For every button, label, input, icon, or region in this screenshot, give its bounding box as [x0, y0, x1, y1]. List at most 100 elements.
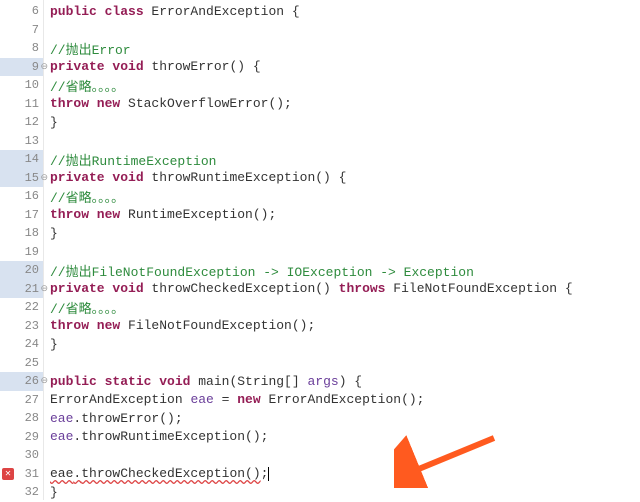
comment: //省略。。。。 [50, 76, 124, 95]
code-line[interactable]: //抛出FileNotFoundException -> IOException… [50, 261, 640, 280]
code-text: throwError() { [144, 59, 261, 74]
line-number: 9⊖ [0, 58, 43, 77]
line-number: 15⊖ [0, 169, 43, 188]
line-number: 20 [0, 261, 43, 280]
keyword: public static void [50, 374, 190, 389]
line-number: 7 [0, 21, 43, 40]
line-number: 27 [0, 391, 43, 410]
line-number: 30 [0, 446, 43, 465]
line-number: 21⊖ [0, 280, 43, 299]
keyword: private void [50, 281, 144, 296]
code-text: ) { [339, 374, 362, 389]
keyword: new [237, 392, 260, 407]
code-line[interactable]: throw new RuntimeException(); [50, 206, 640, 225]
line-number: 11 [0, 95, 43, 114]
keyword: private void [50, 59, 144, 74]
line-number: 24 [0, 335, 43, 354]
error-marker-icon[interactable]: ✕ [2, 468, 14, 480]
keyword: throw new [50, 207, 120, 222]
code-text: .throwError(); [73, 411, 182, 426]
line-number: 16 [0, 187, 43, 206]
comment: //省略。。。。 [50, 187, 124, 206]
code-line[interactable]: eae.throwCheckedException(); [50, 465, 640, 484]
line-number: 17 [0, 206, 43, 225]
comment: //抛出Error [50, 39, 131, 58]
code-text: } [50, 226, 58, 241]
line-number: 10 [0, 76, 43, 95]
code-error: throwCheckedException() [81, 466, 260, 481]
line-number: 6 [0, 2, 43, 21]
code-line[interactable] [50, 243, 640, 262]
code-line[interactable]: //省略。。。。 [50, 187, 640, 206]
code-line[interactable]: } [50, 483, 640, 502]
code-line[interactable]: eae.throwError(); [50, 409, 640, 428]
code-text: .throwRuntimeException(); [73, 429, 268, 444]
code-line[interactable]: private void throwRuntimeException() { [50, 169, 640, 188]
code-text: RuntimeException(); [120, 207, 276, 222]
line-number: 22 [0, 298, 43, 317]
code-line[interactable]: public class ErrorAndException { [50, 2, 640, 21]
keyword: public class [50, 4, 144, 19]
code-line[interactable] [50, 446, 640, 465]
code-line[interactable]: ErrorAndException eae = new ErrorAndExce… [50, 391, 640, 410]
code-text: } [50, 337, 58, 352]
line-number: 13 [0, 132, 43, 151]
code-line[interactable] [50, 354, 640, 373]
code-line[interactable]: //省略。。。。 [50, 76, 640, 95]
line-number: ✕31 [0, 465, 43, 484]
variable: eae [50, 411, 73, 426]
code-text: ; [261, 466, 269, 481]
line-number: 25 [0, 354, 43, 373]
keyword: throw new [50, 318, 120, 333]
code-text: FileNotFoundException(); [120, 318, 315, 333]
code-text: = [214, 392, 237, 407]
keyword: throws [339, 281, 386, 296]
code-error: . [73, 466, 81, 481]
code-editor[interactable]: public class ErrorAndException { //抛出Err… [44, 0, 640, 500]
keyword: private void [50, 170, 144, 185]
code-line[interactable]: private void throwError() { [50, 58, 640, 77]
line-number: 18 [0, 224, 43, 243]
code-text: StackOverflowError(); [120, 96, 292, 111]
code-text: } [50, 115, 58, 130]
code-text: ErrorAndException(); [261, 392, 425, 407]
code-line[interactable]: throw new StackOverflowError(); [50, 95, 640, 114]
text-cursor [268, 467, 269, 481]
code-line[interactable]: //抛出Error [50, 39, 640, 58]
comment: //省略。。。。 [50, 298, 124, 317]
code-line[interactable]: eae.throwRuntimeException(); [50, 428, 640, 447]
code-text: ErrorAndException { [144, 4, 300, 19]
code-line[interactable]: //抛出RuntimeException [50, 150, 640, 169]
variable: eae [190, 392, 213, 407]
line-number: 8 [0, 39, 43, 58]
line-number-gutter: 6 7 8 9⊖ 10 11 12 13 14 15⊖ 16 17 18 19 … [0, 0, 44, 500]
variable-error: eae [50, 466, 73, 481]
parameter: args [307, 374, 338, 389]
line-number: 19 [0, 243, 43, 262]
comment: //抛出RuntimeException [50, 150, 216, 169]
code-line[interactable]: throw new FileNotFoundException(); [50, 317, 640, 336]
code-line[interactable]: public static void main(String[] args) { [50, 372, 640, 391]
variable: eae [50, 429, 73, 444]
code-text: main(String[] [190, 374, 307, 389]
code-line[interactable]: //省略。。。。 [50, 298, 640, 317]
code-text: FileNotFoundException { [385, 281, 572, 296]
line-number: 14 [0, 150, 43, 169]
line-number: 28 [0, 409, 43, 428]
code-line[interactable]: private void throwCheckedException() thr… [50, 280, 640, 299]
line-number: 32 [0, 483, 43, 502]
line-number: 23 [0, 317, 43, 336]
code-line[interactable]: } [50, 224, 640, 243]
code-line[interactable]: } [50, 113, 640, 132]
code-text: ErrorAndException [50, 392, 190, 407]
code-text: } [50, 485, 58, 500]
code-text: throwCheckedException() [144, 281, 339, 296]
line-number: 26⊖ [0, 372, 43, 391]
keyword: throw new [50, 96, 120, 111]
code-line[interactable] [50, 21, 640, 40]
code-line[interactable] [50, 132, 640, 151]
comment: //抛出FileNotFoundException -> IOException… [50, 261, 474, 280]
line-number: 12 [0, 113, 43, 132]
code-line[interactable]: } [50, 335, 640, 354]
line-number: 29 [0, 428, 43, 447]
